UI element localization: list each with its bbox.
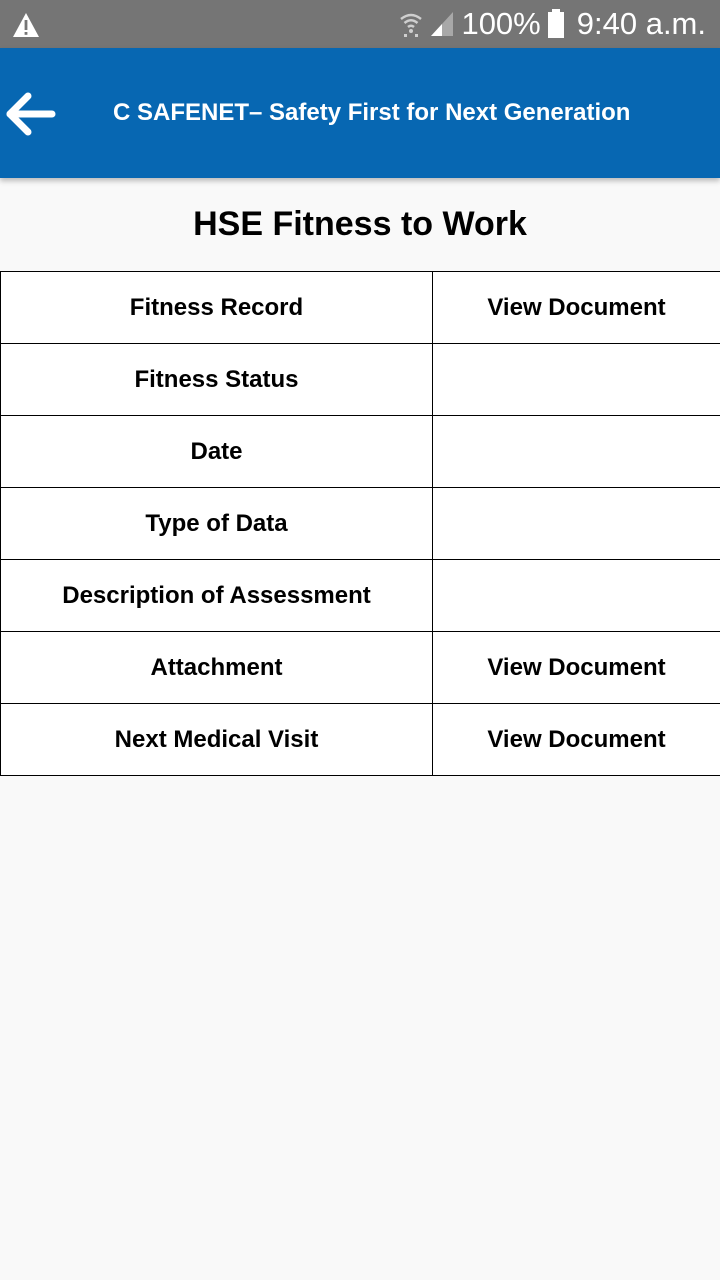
fitness-table: Fitness Record View Document Fitness Sta…	[0, 271, 720, 776]
status-bar: 100% 9:40 a.m.	[0, 0, 720, 48]
row-label: Description of Assessment	[0, 559, 433, 632]
app-bar: C SAFENET– Safety First for Next Generat…	[0, 48, 720, 178]
clock: 9:40 a.m.	[576, 6, 706, 41]
table-row: Attachment View Document	[0, 631, 720, 704]
row-value	[432, 559, 720, 632]
table-row: Next Medical Visit View Document	[0, 703, 720, 776]
row-value[interactable]: View Document	[432, 703, 720, 776]
back-button[interactable]	[2, 88, 58, 140]
row-value	[432, 487, 720, 560]
row-label: Fitness Status	[0, 343, 433, 416]
row-value[interactable]: View Document	[432, 271, 720, 344]
row-value	[432, 343, 720, 416]
view-document-link[interactable]: View Document	[487, 654, 665, 681]
table-row: Fitness Status	[0, 343, 720, 416]
warning-icon	[13, 13, 39, 37]
row-label: Date	[0, 415, 433, 488]
battery-icon	[547, 9, 564, 38]
row-label: Attachment	[0, 631, 433, 704]
back-arrow-icon	[6, 92, 56, 136]
wifi-icon	[400, 13, 423, 37]
signal-icon	[431, 12, 454, 36]
row-label: Next Medical Visit	[0, 703, 433, 776]
row-value	[432, 415, 720, 488]
table-row: Type of Data	[0, 487, 720, 560]
app-title: C SAFENET– Safety First for Next Generat…	[113, 99, 631, 126]
table-row: Description of Assessment	[0, 559, 720, 632]
table-row: Fitness Record View Document	[0, 271, 720, 344]
view-document-link[interactable]: View Document	[487, 726, 665, 753]
row-value[interactable]: View Document	[432, 631, 720, 704]
row-label: Type of Data	[0, 487, 433, 560]
battery-percent: 100%	[461, 6, 541, 41]
view-document-link[interactable]: View Document	[487, 294, 665, 321]
page-title: HSE Fitness to Work	[193, 205, 527, 243]
status-indicators: 100% 9:40 a.m.	[399, 0, 706, 48]
row-label: Fitness Record	[0, 271, 433, 344]
table-row: Date	[0, 415, 720, 488]
